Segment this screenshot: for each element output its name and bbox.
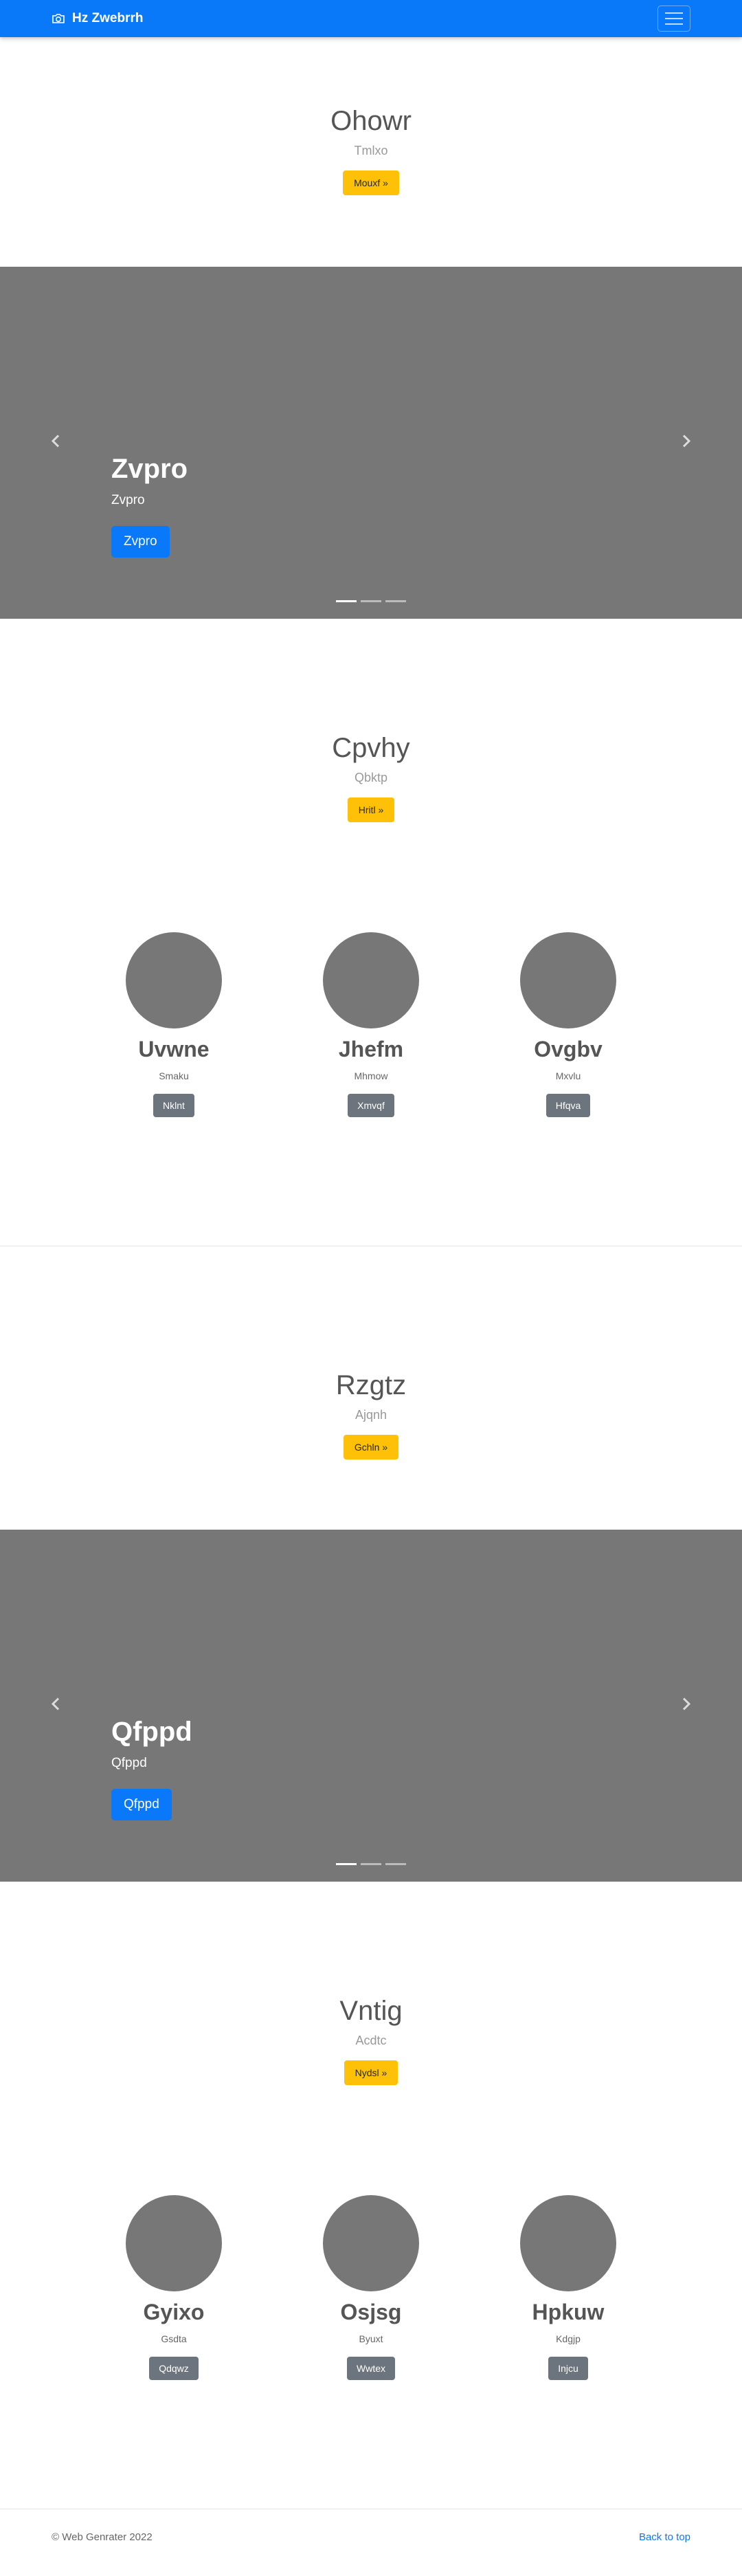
placeholder-image [126, 932, 222, 1028]
jumbotron: Cpvhy Qbktp Hritl » [0, 619, 742, 822]
carousel-indicator[interactable] [361, 1863, 381, 1865]
jumbotron-button[interactable]: Gchln » [343, 1435, 399, 1460]
marketing-row: Gyixo Gsdta Qdqwz Osjsg Byuxt Wwtex Hpku… [0, 2085, 742, 2509]
column-text: Mhmow [354, 1070, 388, 1081]
jumbotron-subtitle: Qbktp [354, 771, 388, 784]
column-text: Smaku [159, 1070, 189, 1081]
column-text: Mxvlu [555, 1070, 581, 1081]
back-to-top-link[interactable]: Back to top [639, 2531, 690, 2543]
column-button[interactable]: Wwtex [347, 2357, 395, 2380]
carousel-text: Qfppd [111, 1756, 147, 1770]
jumbotron-button[interactable]: Nydsl » [344, 2060, 398, 2085]
marketing-column: Jhefm Mhmow Xmvqf [273, 932, 470, 1117]
placeholder-image [520, 932, 616, 1028]
marketing-row: Uvwne Smaku Nklnt Jhefm Mhmow Xmvqf Ovgb… [0, 822, 742, 1246]
column-text: Gsdta [161, 2333, 187, 2344]
carousel-title: Qfppd [111, 1717, 192, 1747]
carousel-title: Zvpro [111, 454, 188, 484]
column-button[interactable]: Xmvqf [348, 1094, 394, 1117]
carousel-indicator[interactable] [385, 600, 406, 602]
column-text: Kdgjp [556, 2333, 581, 2344]
chevron-left-icon [51, 1697, 60, 1710]
column-heading: Hpkuw [532, 2300, 605, 2324]
footer: © Web Genrater 2022 Back to top [0, 2509, 742, 2564]
carousel-indicator[interactable] [385, 1863, 406, 1865]
column-heading: Osjsg [340, 2300, 402, 2324]
carousel-indicators [336, 600, 406, 602]
marketing-column: Hpkuw Kdgjp Injcu [470, 2195, 667, 2380]
chevron-right-icon [682, 434, 691, 448]
brand-label: Hz Zwebrrh [72, 11, 144, 25]
jumbotron-title: Vntig [339, 1996, 403, 2026]
navbar-toggler-button[interactable] [657, 5, 690, 32]
carousel-text: Zvpro [111, 493, 145, 507]
jumbotron-subtitle: Ajqnh [355, 1408, 387, 1422]
carousel-prev-button[interactable] [51, 434, 60, 452]
marketing-column: Ovgbv Mxvlu Hfqva [470, 932, 667, 1117]
carousel-prev-button[interactable] [51, 1697, 60, 1715]
jumbotron-title: Cpvhy [332, 733, 410, 763]
column-heading: Uvwne [138, 1037, 210, 1061]
carousel-indicator[interactable] [336, 1863, 357, 1865]
marketing-column: Uvwne Smaku Nklnt [76, 932, 273, 1117]
column-heading: Jhefm [338, 1037, 404, 1061]
camera-icon [52, 14, 65, 23]
carousel-caption: Qfppd Qfppd Qfppd [111, 1717, 192, 1820]
carousel-next-button[interactable] [682, 1697, 691, 1715]
hamburger-icon [665, 12, 683, 14]
chevron-left-icon [51, 434, 60, 448]
marketing-column: Gyixo Gsdta Qdqwz [76, 2195, 273, 2380]
placeholder-image [323, 2195, 419, 2291]
placeholder-image [520, 2195, 616, 2291]
carousel-button[interactable]: Zvpro [111, 526, 170, 558]
placeholder-image [323, 932, 419, 1028]
placeholder-image [126, 2195, 222, 2291]
column-button[interactable]: Hfqva [546, 1094, 591, 1117]
carousel-next-button[interactable] [682, 434, 691, 452]
column-heading: Ovgbv [534, 1037, 603, 1061]
jumbotron-button[interactable]: Mouxf » [343, 170, 399, 195]
carousel-button[interactable]: Qfppd [111, 1789, 172, 1820]
navbar: Hz Zwebrrh [0, 0, 742, 37]
jumbotron-button[interactable]: Hritl » [347, 797, 395, 822]
column-heading: Gyixo [143, 2300, 205, 2324]
copyright-text: © Web Genrater 2022 [52, 2531, 153, 2543]
brand-link[interactable]: Hz Zwebrrh [52, 11, 143, 26]
column-button[interactable]: Nklnt [153, 1094, 194, 1117]
column-button[interactable]: Injcu [548, 2357, 588, 2380]
jumbotron-subtitle: Acdtc [355, 2034, 387, 2047]
column-button[interactable]: Qdqwz [149, 2357, 199, 2380]
jumbotron: Vntig Acdtc Nydsl » [0, 1882, 742, 2085]
jumbotron: Rzgtz Ajqnh Gchln » [0, 1246, 742, 1530]
carousel-indicators [336, 1863, 406, 1865]
marketing-column: Osjsg Byuxt Wwtex [273, 2195, 470, 2380]
carousel-indicator[interactable] [336, 600, 357, 602]
jumbotron-subtitle: Tmlxo [354, 144, 388, 157]
carousel: Qfppd Qfppd Qfppd [0, 1530, 742, 1882]
carousel-caption: Zvpro Zvpro Zvpro [111, 454, 188, 558]
column-text: Byuxt [359, 2333, 383, 2344]
carousel: Zvpro Zvpro Zvpro [0, 267, 742, 619]
chevron-right-icon [682, 1697, 691, 1710]
carousel-indicator[interactable] [361, 600, 381, 602]
jumbotron: Ohowr Tmlxo Mouxf » [0, 37, 742, 267]
jumbotron-title: Ohowr [330, 106, 412, 136]
jumbotron-title: Rzgtz [335, 1370, 407, 1400]
